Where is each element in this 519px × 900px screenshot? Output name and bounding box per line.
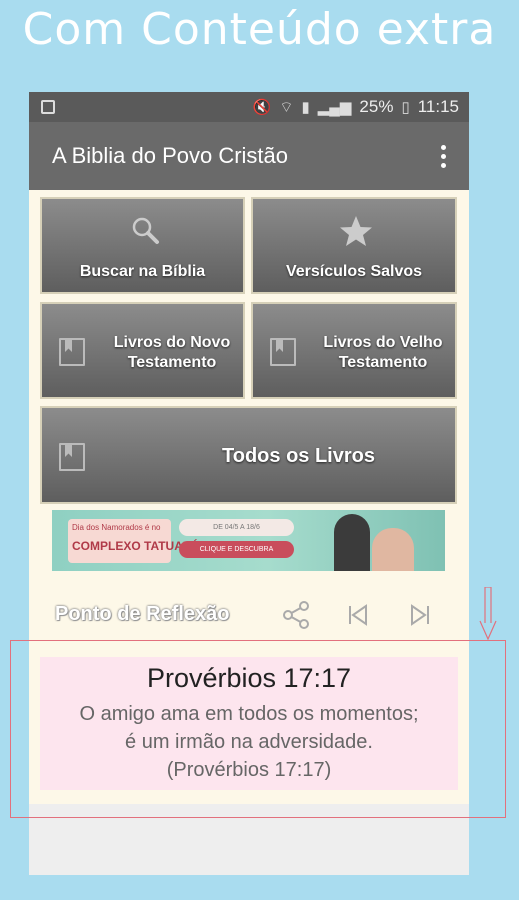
verse-reference: Provérbios 17:17	[146, 663, 352, 693]
share-icon[interactable]	[281, 600, 311, 630]
gallery-icon	[41, 100, 55, 114]
overflow-menu-icon[interactable]	[441, 144, 447, 168]
ad-cta-button[interactable]: CLIQUE E DESCUBRA	[179, 541, 294, 558]
sim-icon: ▮	[301, 99, 310, 116]
verse-text-line1: O amigo ama em todos os momentos;	[79, 703, 419, 725]
verse-text-line2: é um irmão na adversidade.	[125, 731, 373, 753]
verse-citation: (Provérbios 17:17)	[166, 759, 332, 781]
previous-icon[interactable]	[347, 603, 369, 627]
old-testament-button[interactable]: Livros do Velho Testamento	[251, 302, 457, 399]
down-arrow-icon	[479, 587, 497, 641]
ad-line1: Dia dos Namorados é no	[72, 523, 161, 532]
search-bible-button[interactable]: Buscar na Bíblia	[40, 197, 245, 294]
app-bar: A Biblia do Povo Cristão	[29, 122, 469, 190]
status-bar: 🔇 ⌔ ▮ ▂▄▆ 25% ▯ 11:15	[29, 92, 469, 122]
star-icon	[340, 216, 372, 246]
ad-banner[interactable]: Dia dos Namorados é no COMPLEXO TATUAPÉ …	[52, 510, 445, 571]
verse-card: Provérbios 17:17 O amigo ama em todos os…	[40, 657, 458, 790]
next-icon[interactable]	[409, 603, 431, 627]
reflection-label: Ponto de Reflexão	[55, 603, 230, 625]
all-books-button[interactable]: Todos os Livros	[40, 406, 457, 504]
search-icon	[132, 217, 159, 244]
book-icon	[270, 338, 296, 366]
wifi-icon: ⌔	[279, 98, 294, 116]
ad-person-image	[372, 528, 414, 571]
new-testament-button[interactable]: Livros do Novo Testamento	[40, 302, 245, 399]
book-icon	[59, 338, 85, 366]
saved-verses-button[interactable]: Versículos Salvos	[251, 197, 457, 294]
search-bible-label: Buscar na Bíblia	[79, 263, 206, 280]
ad-person-image	[334, 514, 370, 571]
book-icon	[59, 443, 85, 471]
ad-dates: DE 04/5 A 18/6	[179, 519, 294, 536]
app-title: A Biblia do Povo Cristão	[52, 143, 289, 168]
promo-title: Com Conteúdo extra	[22, 4, 497, 55]
clock: 11:15	[417, 97, 459, 116]
bottom-empty-area	[29, 804, 469, 875]
mute-icon: 🔇	[252, 99, 272, 116]
saved-verses-label: Versículos Salvos	[285, 263, 423, 280]
signal-icon: ▂▄▆	[317, 99, 352, 116]
battery-icon: ▯	[401, 99, 410, 116]
phone-screen: 🔇 ⌔ ▮ ▂▄▆ 25% ▯ 11:15 A Biblia do Povo C…	[29, 92, 469, 875]
old-testament-label: Livros do Velho Testamento	[323, 334, 443, 371]
battery-percent: 25%	[359, 97, 394, 116]
new-testament-label: Livros do Novo Testamento	[113, 334, 231, 371]
all-books-label: Todos os Livros	[222, 445, 375, 467]
